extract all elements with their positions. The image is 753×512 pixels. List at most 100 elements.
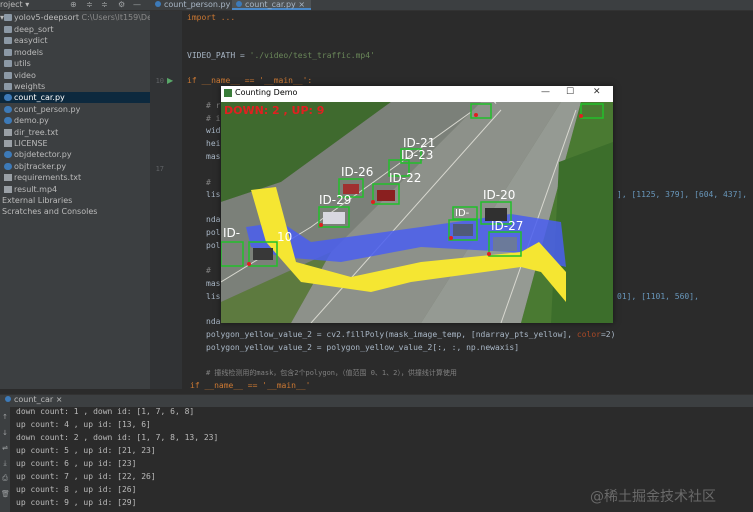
folder-icon	[4, 48, 12, 56]
code-line[interactable]: hei	[206, 139, 220, 148]
close-icon[interactable]: ✕	[593, 87, 601, 97]
code-line[interactable]: mas	[206, 152, 220, 161]
tree-item-label: Scratches and Consoles	[2, 207, 98, 217]
tree-item[interactable]: requirements.txt	[0, 172, 150, 183]
track-id-label: ID-23	[401, 148, 433, 162]
tree-item[interactable]: count_person.py	[0, 104, 150, 115]
line-number: 17	[155, 165, 164, 174]
tree-item[interactable]: count_car.py	[0, 92, 150, 104]
tree-item-label: objtracker.py	[14, 161, 67, 171]
tree-item[interactable]: weights	[0, 81, 150, 92]
gear-icon[interactable]: ⚙	[118, 0, 125, 9]
tree-item[interactable]: Scratches and Consoles	[0, 206, 150, 217]
tree-item-label: result.mp4	[14, 184, 58, 194]
tree-item[interactable]: easydict	[0, 35, 150, 46]
code-line[interactable]: lis	[206, 292, 220, 301]
code-line[interactable]: nda	[206, 215, 220, 224]
track-id-label: ID-20	[483, 188, 515, 202]
project-dropdown[interactable]: roject ▾	[0, 0, 60, 9]
code-comment[interactable]: # r	[206, 101, 220, 110]
run-tab[interactable]: count_car ×	[5, 395, 62, 404]
console-line: up count: 5 , up id: [21, 23]	[16, 446, 156, 455]
tab-count-car[interactable]: count_car.py ×	[232, 0, 312, 10]
run-gutter-icon[interactable]: ▶	[167, 76, 173, 85]
code-line[interactable]: lis	[206, 190, 220, 199]
mouse-cursor-icon: ↖	[490, 97, 498, 107]
counting-demo-window[interactable]: Counting Demo — ☐ ✕ DOWN: 2 , UP: 9 ID-2…	[221, 86, 613, 323]
tree-item-label: objdetector.py	[14, 150, 72, 160]
folder-icon	[4, 71, 12, 79]
close-icon[interactable]: ×	[298, 0, 305, 9]
tree-item[interactable]: utils	[0, 58, 150, 69]
file-icon	[4, 140, 12, 147]
wrap-icon[interactable]: ⇌	[1, 444, 9, 452]
count-overlay-text: DOWN: 2 , UP: 9	[224, 104, 324, 117]
code-comment[interactable]: #	[206, 178, 216, 187]
code-import[interactable]: import ...	[187, 13, 235, 22]
tree-item[interactable]: demo.py	[0, 115, 150, 126]
py-file-icon	[5, 396, 11, 402]
top-toolbar	[0, 0, 753, 11]
track-id-label: ID-26	[341, 165, 373, 179]
tree-item-label: weights	[14, 82, 46, 91]
console-line: up count: 8 , up id: [26]	[16, 485, 137, 494]
folder-icon	[4, 26, 12, 33]
tree-item-label: demo.py	[14, 116, 49, 126]
code-video-path[interactable]: VIDEO_PATH = './video/test_traffic.mp4'	[187, 51, 375, 60]
tree-item-label: deep_sort	[14, 25, 54, 34]
arrow-up-icon[interactable]: ↑	[1, 413, 9, 421]
tree-item-label: easydict	[14, 36, 48, 46]
tree-item[interactable]: objdetector.py	[0, 149, 150, 160]
tree-item[interactable]: dir_tree.txt	[0, 127, 150, 138]
maximize-icon[interactable]: ☐	[566, 87, 574, 97]
code-line-tail[interactable]: 01], [1101, 560],	[617, 292, 699, 301]
expand-icon[interactable]: ≑	[101, 0, 108, 9]
trash-icon[interactable]: 🗑	[1, 490, 10, 498]
print-icon[interactable]: ⎙	[1, 474, 9, 483]
tree-item[interactable]: result.mp4	[0, 184, 150, 195]
tree-item[interactable]: models	[0, 47, 150, 58]
code-line[interactable]: wid	[206, 126, 220, 135]
code-comment[interactable]: #	[206, 266, 216, 275]
py-file-icon	[4, 105, 12, 113]
tree-item-label: count_car.py	[14, 93, 65, 103]
collapse-icon[interactable]: ≑	[86, 0, 93, 9]
code-line[interactable]: pol	[206, 241, 220, 250]
arrow-down-icon[interactable]: ↓	[1, 429, 9, 437]
py-file-icon	[4, 117, 12, 125]
project-root[interactable]: ▾ yolov5-deepsort C:\Users\lt159\Desktop	[0, 12, 174, 23]
file-icon	[4, 185, 12, 193]
code-poly-line1[interactable]: polygon_yellow_value_2 = cv2.fillPoly(ma…	[206, 330, 615, 339]
tree-item[interactable]: deep_sort	[0, 24, 150, 35]
app-icon	[224, 89, 232, 97]
minimize-panel-icon[interactable]: —	[133, 0, 141, 9]
minimize-icon[interactable]: —	[541, 87, 550, 97]
py-file-icon	[155, 1, 161, 7]
code-line[interactable]: nda	[206, 317, 220, 326]
console-line: up count: 9 , up id: [29]	[16, 498, 137, 507]
close-icon[interactable]: ×	[56, 395, 63, 404]
tree-item[interactable]: video	[0, 70, 150, 81]
editor-gutter	[150, 11, 182, 389]
code-line[interactable]: pol	[206, 228, 220, 237]
tree-item[interactable]: objtracker.py	[0, 161, 150, 172]
tree-item-label: requirements.txt	[14, 173, 82, 183]
code-comment[interactable]: # i	[206, 114, 220, 123]
track-id-label: ID-	[223, 226, 240, 240]
track-id-label: 10	[277, 230, 292, 244]
globe-icon[interactable]: ⊕	[70, 0, 77, 9]
tree-item[interactable]: External Libraries	[0, 195, 150, 206]
code-if-main[interactable]: if __name__ == '__main__':	[187, 76, 312, 85]
tree-item[interactable]: LICENSE	[0, 138, 150, 149]
window-title: Counting Demo	[235, 88, 298, 97]
console-line: up count: 7 , up id: [22, 26]	[16, 472, 156, 481]
scroll-end-icon[interactable]: ⤓	[1, 459, 9, 468]
code-bottom-if[interactable]: if __name__ == '__main__'	[190, 381, 310, 390]
code-line[interactable]: mas	[206, 279, 220, 288]
code-poly-line2[interactable]: polygon_yellow_value_2 = polygon_yellow_…	[206, 343, 519, 352]
watermark: @稀土掘金技术社区	[590, 489, 716, 505]
code-line-tail[interactable]: ], [1125, 379], [604, 437],	[617, 190, 747, 199]
code-comment[interactable]: # 撞线检测用的mask，包含2个polygon，（值范围 0、1、2），供撞线…	[206, 368, 457, 378]
folder-icon	[4, 83, 12, 90]
track-id-label: ID-29	[319, 193, 351, 207]
